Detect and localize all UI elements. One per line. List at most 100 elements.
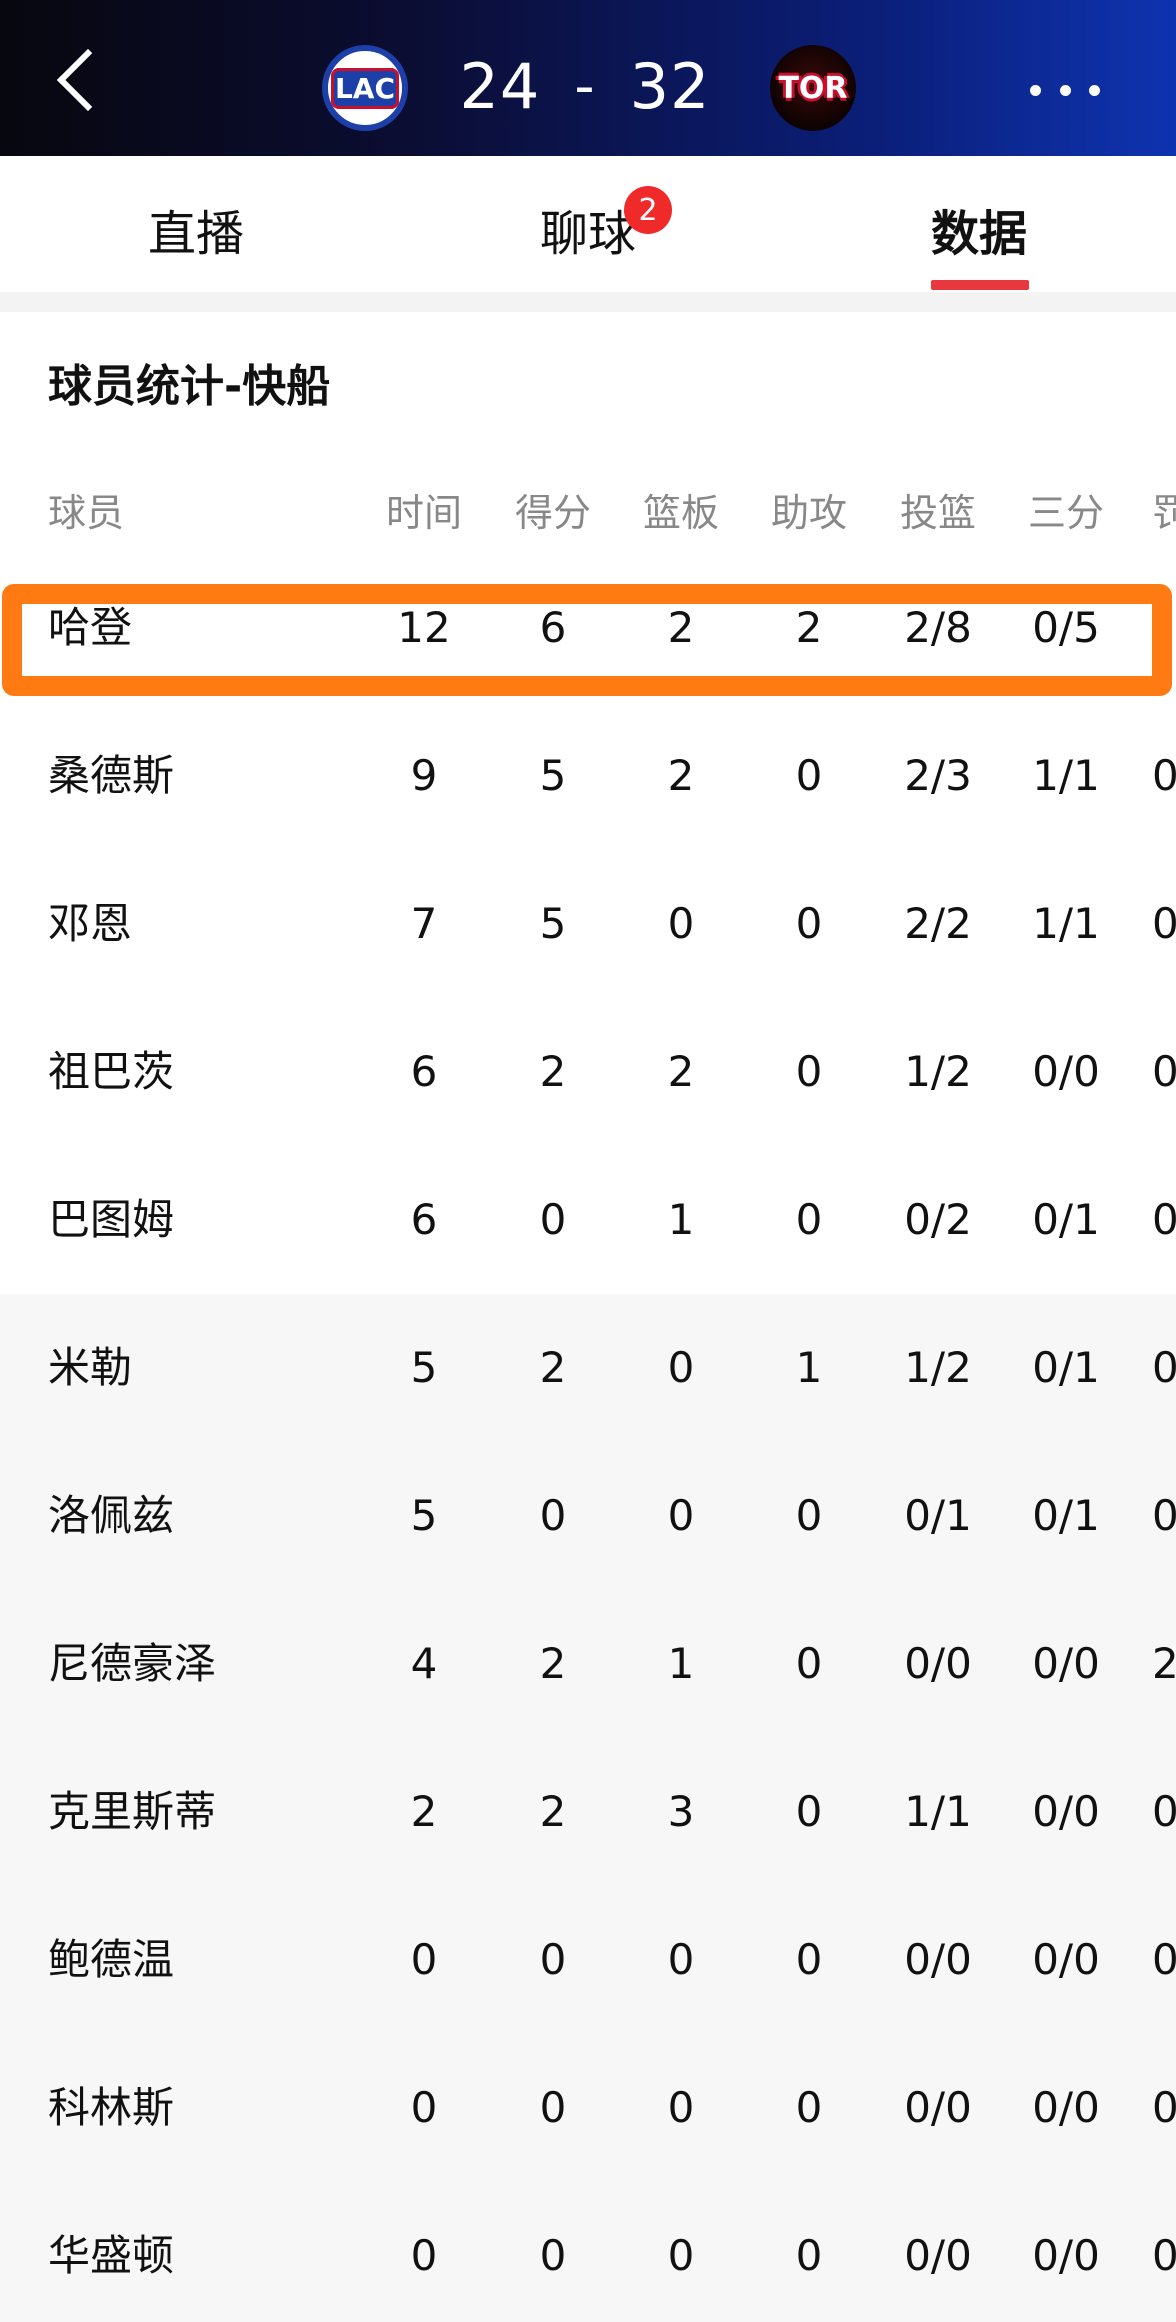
table-row[interactable]: 华盛顿 0 0 0 0 0/0 0/0 0 <box>0 2182 1176 2322</box>
player-name[interactable]: 祖巴茨 <box>48 998 174 1146</box>
player-name[interactable]: 华盛顿 <box>48 2182 174 2322</box>
scoreboard: 24 - 32 <box>400 46 770 126</box>
player-name[interactable]: 邓恩 <box>48 850 132 998</box>
chat-unread-badge: 2 <box>624 186 672 234</box>
away-score: 32 <box>629 49 711 123</box>
stat-assists: 0 <box>795 1047 823 1096</box>
stat-points: 2 <box>539 1343 567 1392</box>
stat-points: 6 <box>539 603 567 652</box>
stat-three-pointers: 0/0 <box>1032 1639 1100 1688</box>
stat-points: 0 <box>539 2083 567 2132</box>
player-name[interactable]: 洛佩兹 <box>48 1442 174 1590</box>
table-row[interactable]: 桑德斯 9 5 2 0 2/3 1/1 0 <box>0 702 1176 850</box>
table-row[interactable]: 哈登 12 6 2 2 2/8 0/5 <box>0 554 1176 702</box>
stat-assists: 0 <box>795 1491 823 1540</box>
player-name[interactable]: 尼德豪泽 <box>48 1590 216 1738</box>
stat-points: 0 <box>539 1935 567 1984</box>
stat-field-goals: 2/3 <box>904 751 972 800</box>
stat-minutes: 12 <box>397 603 451 652</box>
away-team-abbr: TOR <box>778 70 848 106</box>
home-team-abbr: LAC <box>330 67 400 109</box>
stat-free-throws: 2 <box>1152 1639 1176 1688</box>
stat-points: 2 <box>539 1047 567 1096</box>
stat-free-throws: 0 <box>1152 2231 1176 2280</box>
dot-icon <box>1089 84 1100 96</box>
stat-points: 0 <box>539 1491 567 1540</box>
column-header-player: 球员 <box>48 491 125 535</box>
stat-assists: 0 <box>795 899 823 948</box>
stat-assists: 0 <box>795 2231 823 2280</box>
stat-points: 5 <box>539 899 567 948</box>
player-name[interactable]: 巴图姆 <box>48 1146 174 1294</box>
stat-points: 2 <box>539 1639 567 1688</box>
stat-points: 0 <box>539 2231 567 2280</box>
away-team-logo[interactable]: TOR <box>770 45 856 131</box>
column-header-assists[interactable]: 助攻 <box>745 482 873 538</box>
stat-minutes: 9 <box>410 751 438 800</box>
table-row[interactable]: 洛佩兹 5 0 0 0 0/1 0/1 0 <box>0 1442 1176 1590</box>
stat-free-throws <box>1152 554 1176 702</box>
player-name[interactable]: 科林斯 <box>48 2034 174 2182</box>
player-name[interactable]: 桑德斯 <box>48 702 174 850</box>
back-arrow-icon[interactable] <box>52 52 112 112</box>
tab-live[interactable]: 直播 <box>148 194 244 262</box>
tab-chat[interactable]: 聊球 <box>540 194 636 262</box>
home-score: 24 <box>459 49 541 123</box>
player-name[interactable]: 鲍德温 <box>48 1886 174 2034</box>
stat-points: 5 <box>539 751 567 800</box>
player-name[interactable]: 哈登 <box>48 554 132 702</box>
player-name[interactable]: 米勒 <box>48 1294 132 1442</box>
column-header-field-goals[interactable]: 投篮 <box>874 482 1002 538</box>
stat-minutes: 5 <box>410 1491 438 1540</box>
stat-rebounds: 2 <box>667 603 695 652</box>
dot-icon <box>1059 84 1071 96</box>
column-header-minutes[interactable]: 时间 <box>360 482 488 538</box>
table-row[interactable]: 尼德豪泽 4 2 1 0 0/0 0/0 2 <box>0 1590 1176 1738</box>
stat-free-throws: 0 <box>1152 1047 1176 1096</box>
more-options-icon[interactable] <box>1030 70 1100 110</box>
stat-field-goals: 1/1 <box>904 1787 972 1836</box>
stat-assists: 0 <box>795 1195 823 1244</box>
section-divider <box>0 292 1176 312</box>
stat-assists: 2 <box>795 603 823 652</box>
column-header-three-pointers[interactable]: 三分 <box>1002 482 1130 538</box>
stat-field-goals: 1/2 <box>904 1047 972 1096</box>
stat-rebounds: 2 <box>667 1047 695 1096</box>
stat-assists: 1 <box>795 1343 823 1392</box>
column-header-free-throws[interactable]: 罚 <box>1152 482 1176 538</box>
stat-minutes: 7 <box>410 899 438 948</box>
stat-minutes: 0 <box>410 2231 438 2280</box>
table-row[interactable]: 巴图姆 6 0 1 0 0/2 0/1 0 <box>0 1146 1176 1294</box>
column-header-rebounds[interactable]: 篮板 <box>617 482 745 538</box>
player-name[interactable]: 克里斯蒂 <box>48 1738 216 1886</box>
stat-field-goals: 0/0 <box>904 1639 972 1688</box>
stat-field-goals: 1/2 <box>904 1343 972 1392</box>
stat-field-goals: 2/2 <box>904 899 972 948</box>
stat-minutes: 0 <box>410 1935 438 1984</box>
stat-rebounds: 0 <box>667 1935 695 1984</box>
table-row[interactable]: 科林斯 0 0 0 0 0/0 0/0 0 <box>0 2034 1176 2182</box>
tab-stats[interactable]: 数据 <box>931 194 1027 262</box>
stat-three-pointers: 1/1 <box>1032 751 1100 800</box>
stat-three-pointers: 0/0 <box>1032 2231 1100 2280</box>
tab-bar: 直播 聊球 2 数据 <box>0 156 1176 292</box>
stat-rebounds: 3 <box>667 1787 695 1836</box>
column-header-points[interactable]: 得分 <box>489 482 617 538</box>
table-row[interactable]: 米勒 5 2 0 1 1/2 0/1 0 <box>0 1294 1176 1442</box>
stat-free-throws: 0 <box>1152 1343 1176 1392</box>
home-team-logo[interactable]: LAC <box>322 45 408 131</box>
app-root: LAC 24 - 32 TOR 直播 聊球 2 数据 球员统计-快船 球员 时间… <box>0 0 1176 2322</box>
table-row[interactable]: 克里斯蒂 2 2 3 0 1/1 0/0 0 <box>0 1738 1176 1886</box>
stat-rebounds: 0 <box>667 1491 695 1540</box>
stat-field-goals: 0/1 <box>904 1491 972 1540</box>
table-row[interactable]: 鲍德温 0 0 0 0 0/0 0/0 0 <box>0 1886 1176 2034</box>
active-tab-indicator <box>931 280 1029 290</box>
table-row[interactable]: 祖巴茨 6 2 2 0 1/2 0/0 0 <box>0 998 1176 1146</box>
dot-icon <box>1030 84 1041 96</box>
table-row[interactable]: 邓恩 7 5 0 0 2/2 1/1 0 <box>0 850 1176 998</box>
stat-points: 0 <box>539 1195 567 1244</box>
stat-free-throws: 0 <box>1152 1491 1176 1540</box>
stat-field-goals: 2/8 <box>904 603 972 652</box>
stat-minutes: 6 <box>410 1047 438 1096</box>
stat-field-goals: 0/2 <box>904 1195 972 1244</box>
